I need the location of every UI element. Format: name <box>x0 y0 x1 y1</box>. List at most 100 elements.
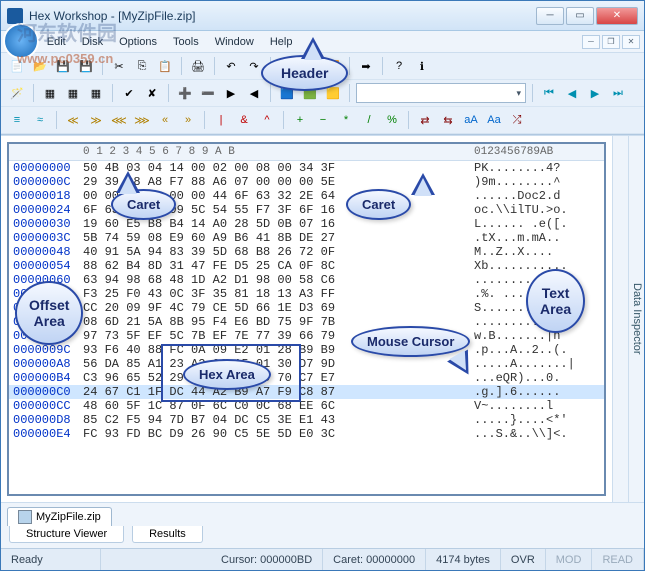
ascii-cell[interactable]: oc.\\ilTU.>o. <box>474 203 604 217</box>
hex-cell[interactable]: 29 39 D8 A8 F7 88 A6 07 00 00 00 5E <box>83 175 474 189</box>
mdi-close[interactable]: ✕ <box>622 35 640 49</box>
color-b-icon[interactable]: 🟩 <box>300 83 320 103</box>
op-mod[interactable]: % <box>382 110 402 130</box>
ascii-cell[interactable]: S........... <box>474 301 604 315</box>
menu-edit[interactable]: Edit <box>39 33 74 51</box>
op-or[interactable]: | <box>211 110 231 130</box>
hex-row[interactable]: 0000000C29 39 D8 A8 F7 88 A6 07 00 00 00… <box>9 175 604 189</box>
mdi-restore[interactable]: ❐ <box>602 35 620 49</box>
menu-tools[interactable]: Tools <box>165 33 207 51</box>
hex-row[interactable]: 000000D885 C2 F5 94 7D B7 04 DC C5 3E E1… <box>9 413 604 427</box>
wand-icon[interactable]: 🪄 <box>7 83 27 103</box>
op-shl[interactable]: ≪ <box>63 110 83 130</box>
file-tab[interactable]: MyZipFile.zip <box>7 507 112 526</box>
op-and[interactable]: & <box>234 110 254 130</box>
hex-cell[interactable]: CC 20 09 9F 4C 79 CE 5D 66 1E D3 69 <box>83 301 474 315</box>
check-icon[interactable]: ✔ <box>119 83 139 103</box>
new-icon[interactable]: 📄 <box>7 56 27 76</box>
hex-row[interactable]: 0000009C93 F6 40 88 FC 0A 09 E2 01 28 B9… <box>9 343 604 357</box>
hex-row[interactable]: 0000006063 94 98 68 48 1D A2 D1 98 00 58… <box>9 273 604 287</box>
op-mul[interactable]: * <box>336 110 356 130</box>
hex-cell[interactable]: 48 60 5F 1C 87 0F 6C C0 0C 68 EE 6C <box>83 399 474 413</box>
data-inspector-tab[interactable]: Data Inspector <box>628 136 644 502</box>
hex-row[interactable]: 000000A856 DA 85 A1 23 A2 96 A5 01 30 D7… <box>9 357 604 371</box>
mdi-minimize[interactable]: ─ <box>582 35 600 49</box>
ascii-cell[interactable]: Xb........... <box>474 259 604 273</box>
hex-cell[interactable]: F3 25 F0 43 0C 3F 35 81 18 13 A3 FF <box>83 287 474 301</box>
hex-row[interactable]: 0000004840 91 5A 94 83 39 5D 68 B8 26 72… <box>9 245 604 259</box>
op-case-aA[interactable]: aA <box>461 110 481 130</box>
maximize-button[interactable]: ▭ <box>566 7 594 25</box>
prev-mark-icon[interactable]: ◀ <box>244 83 264 103</box>
hex-row[interactable]: 00000069F3 25 F0 43 0C 3F 35 81 18 13 A3… <box>9 287 604 301</box>
uncheck-icon[interactable]: ✘ <box>142 83 162 103</box>
hex-row[interactable]: 0000005488 62 B4 8D 31 47 FE D5 25 CA 0F… <box>9 259 604 273</box>
op-add[interactable]: + <box>290 110 310 130</box>
hex-row[interactable]: 0000009097 73 5F EF 5C 7B EF 7E 77 39 66… <box>9 329 604 343</box>
op-blsr[interactable]: » <box>178 110 198 130</box>
close-button[interactable]: ✕ <box>596 7 638 25</box>
help-icon[interactable]: ? <box>389 56 409 76</box>
ascii-cell[interactable]: .....A.......| <box>474 357 604 371</box>
hex-row[interactable]: 0000001800 00 09 00 00 00 44 6F 63 32 2E… <box>9 189 604 203</box>
menu-disk[interactable]: Disk <box>74 33 111 51</box>
copy-icon[interactable]: ⎘ <box>132 56 152 76</box>
ascii-cell[interactable]: .p...A..2..(. <box>474 343 604 357</box>
ascii-cell[interactable]: ............s <box>474 315 604 329</box>
hex-row[interactable]: 000000B4C3 96 65 52 29 E1 A5 01 3D 70 C7… <box>9 371 604 385</box>
block-cut-icon[interactable]: ▦ <box>86 83 106 103</box>
saveall-icon[interactable]: 💾 <box>76 56 96 76</box>
hex-row[interactable]: 0000003C5B 74 59 08 E9 60 A9 B6 41 8B DE… <box>9 231 604 245</box>
next-mark-icon[interactable]: ▶ <box>221 83 241 103</box>
block-paste-icon[interactable]: ▦ <box>63 83 83 103</box>
hex-row[interactable]: 0000003019 60 E5 B8 B4 14 A0 28 5D 0B 07… <box>9 217 604 231</box>
op-case-Aa[interactable]: Aa <box>484 110 504 130</box>
nav-prev-icon[interactable]: ◀ <box>562 83 582 103</box>
op-shr[interactable]: ≫ <box>86 110 106 130</box>
ascii-cell[interactable]: .g.].6...... <box>474 385 604 399</box>
hex-row[interactable]: 000000C024 67 C1 1F DC 44 A2 B9 A7 F9 C8… <box>9 385 604 399</box>
nav-first-icon[interactable]: ⏮ <box>539 83 559 103</box>
hex-cell[interactable]: 5B 74 59 08 E9 60 A9 B6 41 8B DE 27 <box>83 231 474 245</box>
color-a-icon[interactable]: 🟦 <box>277 83 297 103</box>
hex-cell[interactable]: 08 6D 21 5A 8B 95 F4 E6 BD 75 9F 7B <box>83 315 474 329</box>
about-icon[interactable]: ℹ <box>412 56 432 76</box>
hex-cell[interactable]: C3 96 65 52 29 E1 A5 01 3D 70 C7 E7 <box>83 371 474 385</box>
hex-row[interactable]: 000000246F 63 ED 5C 09 5C 54 55 F7 3F 6F… <box>9 203 604 217</box>
redo-icon[interactable]: ↷ <box>244 56 264 76</box>
block-copy-icon[interactable]: ▦ <box>40 83 60 103</box>
hex-cell[interactable]: 85 C2 F5 94 7D B7 04 DC C5 3E E1 43 <box>83 413 474 427</box>
nav-next-icon[interactable]: ▶ <box>585 83 605 103</box>
hex-cell[interactable]: 63 94 98 68 48 1D A2 D1 98 00 58 C6 <box>83 273 474 287</box>
tab-results[interactable]: Results <box>132 526 203 543</box>
print-icon[interactable]: 🖨 <box>188 56 208 76</box>
op-blsl[interactable]: « <box>155 110 175 130</box>
op-sub[interactable]: − <box>313 110 333 130</box>
hex-row[interactable]: 000000CC48 60 5F 1C 87 0F 6C C0 0C 68 EE… <box>9 399 604 413</box>
ascii-cell[interactable]: .tX...m.mA.. <box>474 231 604 245</box>
hex-cell[interactable]: 97 73 5F EF 5C 7B EF 7E 77 39 66 79 <box>83 329 474 343</box>
hex-row[interactable]: 0000008408 6D 21 5A 8B 95 F4 E6 BD 75 9F… <box>9 315 604 329</box>
paste-icon[interactable]: 📋 <box>155 56 175 76</box>
op-invert[interactable]: ⤮ <box>507 110 527 130</box>
menu-file[interactable]: File <box>5 33 39 51</box>
vertical-scrollbar[interactable] <box>612 136 628 502</box>
ascii-cell[interactable]: V~........l <box>474 399 604 413</box>
op-swap2[interactable]: ⇆ <box>438 110 458 130</box>
ascii-cell[interactable]: PK........4? <box>474 161 604 175</box>
titlebar[interactable]: Hex Workshop - [MyZipFile.zip] ─ ▭ ✕ <box>1 1 644 31</box>
cut-icon[interactable]: ✂ <box>109 56 129 76</box>
op-approx[interactable]: ≈ <box>30 110 50 130</box>
hex-editor[interactable]: 0 1 2 3 4 5 6 7 8 9 A B 0123456789AB 000… <box>7 142 606 496</box>
hex-cell[interactable]: 00 00 09 00 00 00 44 6F 63 32 2E 64 <box>83 189 474 203</box>
hex-cell[interactable]: 6F 63 ED 5C 09 5C 54 55 F7 3F 6F 16 <box>83 203 474 217</box>
ascii-cell[interactable]: ...S.&..\\]<. <box>474 427 604 441</box>
hex-cell[interactable]: 19 60 E5 B8 B4 14 A0 28 5D 0B 07 16 <box>83 217 474 231</box>
hex-row[interactable]: 00000078CC 20 09 9F 4C 79 CE 5D 66 1E D3… <box>9 301 604 315</box>
ascii-cell[interactable]: w.B.......|n <box>474 329 604 343</box>
save-icon[interactable]: 💾 <box>53 56 73 76</box>
ascii-cell[interactable]: .%. .......... <box>474 287 604 301</box>
ascii-cell[interactable]: L...... .e([. <box>474 217 604 231</box>
undo-icon[interactable]: ↶ <box>221 56 241 76</box>
hex-body[interactable]: 0000000050 4B 03 04 14 00 02 00 08 00 34… <box>9 161 604 494</box>
